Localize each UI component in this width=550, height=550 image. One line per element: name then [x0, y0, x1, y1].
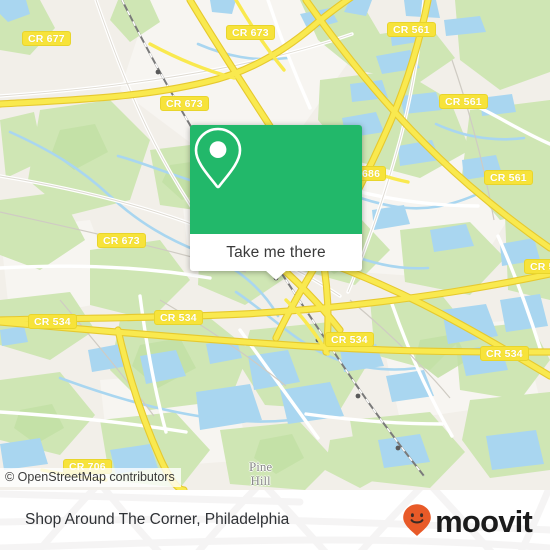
popup-header [190, 125, 362, 234]
popup-pointer-tail [265, 270, 287, 280]
place-popup[interactable]: Take me there [190, 125, 362, 280]
place-label-pine-hill: Pine Hill [249, 459, 273, 488]
moovit-wordmark: moovit [435, 503, 533, 539]
shield-cr-673: CR 673 [226, 25, 275, 40]
footer-bar: Shop Around The Corner, Philadelphia moo… [0, 490, 550, 550]
shield-cr-673: CR 673 [160, 96, 209, 111]
popup-footer[interactable]: Take me there [190, 234, 362, 280]
place-title: Shop Around The Corner, Philadelphia [25, 511, 290, 528]
take-me-there-button[interactable]: Take me there [226, 244, 326, 262]
shield-cr-673: CR 673 [97, 233, 146, 248]
location-pin-icon [194, 127, 242, 189]
shield-cr-561: CR 561 [387, 22, 436, 37]
shield-cr-561: CR 561 [439, 94, 488, 109]
moovit-place-map-card: CR 677 CR 673 CR 561 CR 673 CR 561 686 CR 561 C… [0, 0, 550, 550]
shield-cr-5: CR 5 [524, 259, 550, 274]
osm-attribution[interactable]: © OpenStreetMap contributors [0, 468, 181, 487]
shield-cr-534: CR 534 [28, 314, 77, 329]
map-canvas[interactable]: CR 677 CR 673 CR 561 CR 673 CR 561 686 CR 561 C… [0, 0, 550, 490]
shield-cr-677: CR 677 [22, 31, 71, 46]
shield-cr-534: CR 534 [154, 310, 203, 325]
moovit-smiley-pin-icon [403, 504, 431, 536]
shield-cr-534: CR 534 [480, 346, 529, 361]
shield-cr-534: CR 534 [325, 332, 374, 347]
shield-cr-561: CR 561 [484, 170, 533, 185]
moovit-brand[interactable]: moovit [402, 490, 533, 550]
